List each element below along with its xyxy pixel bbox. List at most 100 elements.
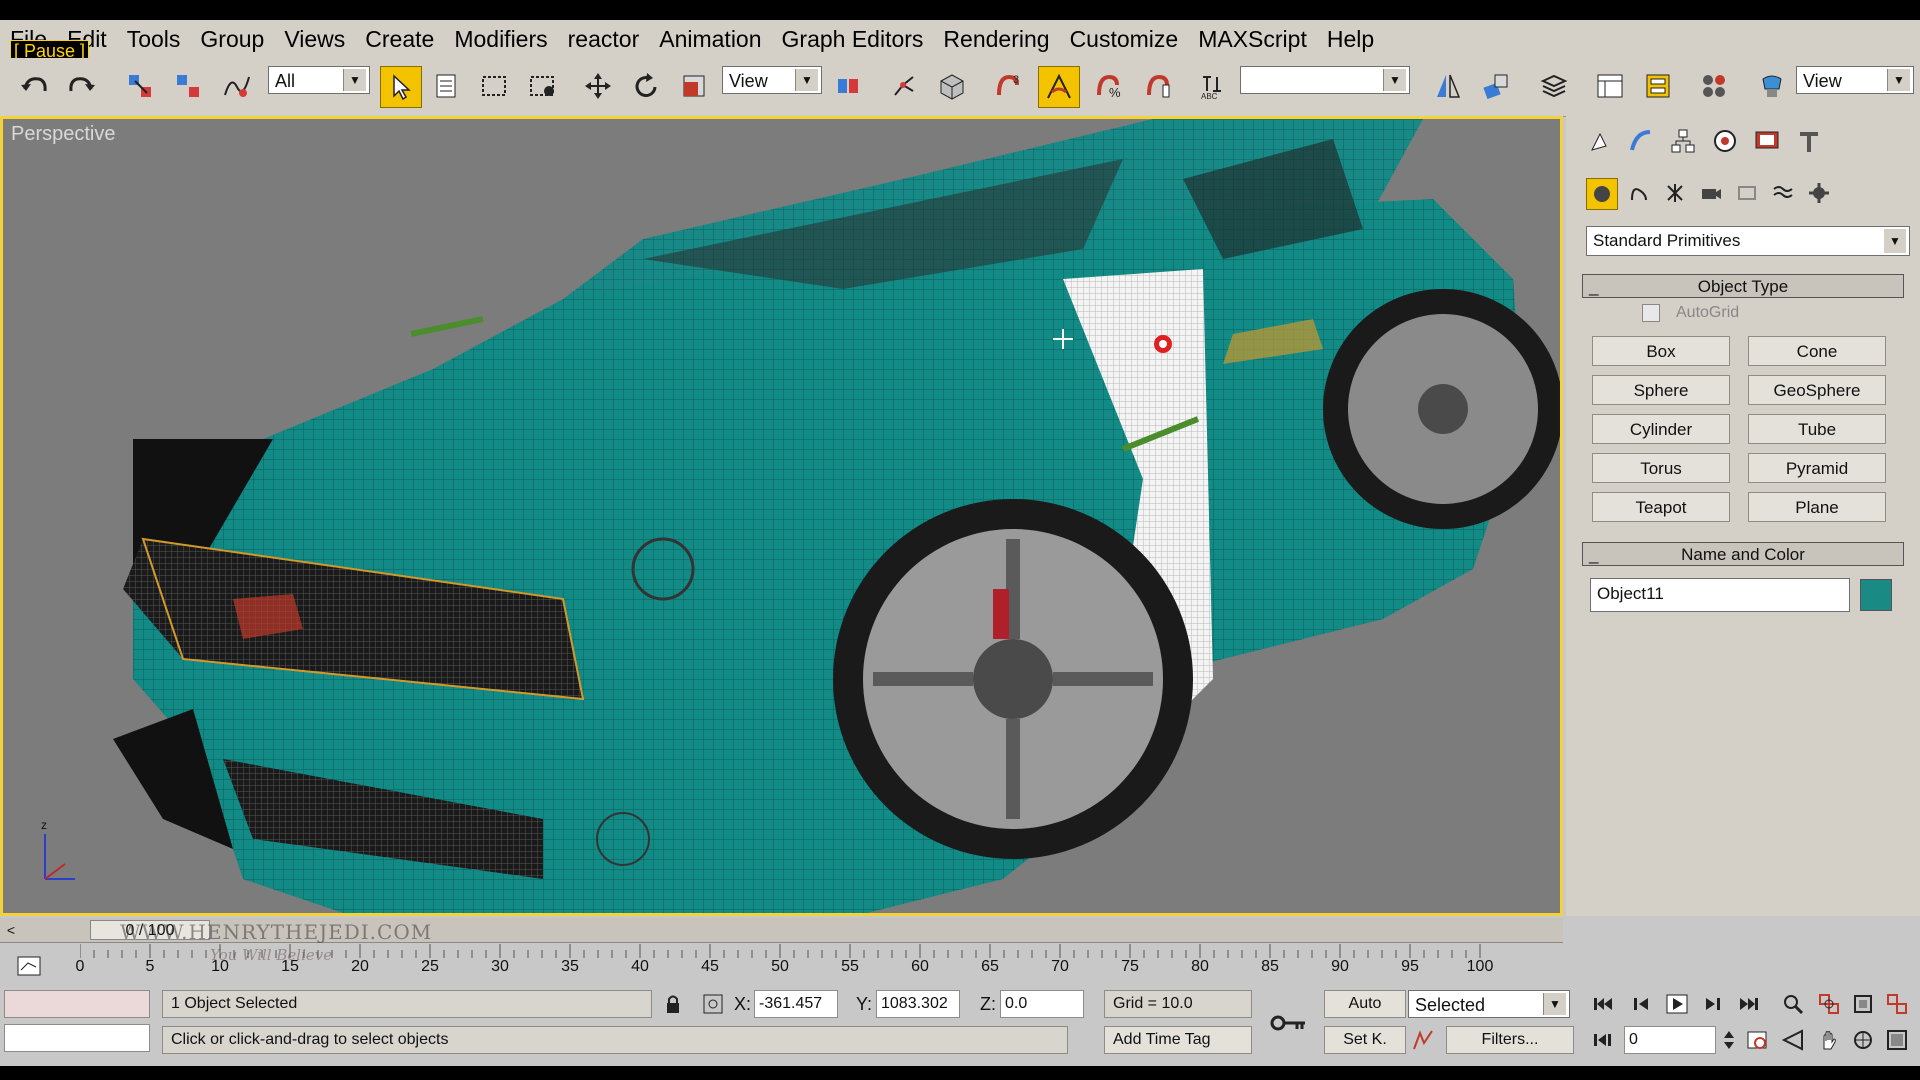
menu-tools[interactable]: Tools <box>117 20 191 58</box>
menu-customize[interactable]: Customize <box>1060 20 1189 58</box>
material-editor-icon[interactable] <box>1694 66 1734 106</box>
select-by-name-icon[interactable] <box>426 66 466 106</box>
cone-button[interactable]: Cone <box>1748 336 1886 366</box>
render-setup-icon[interactable] <box>1752 66 1792 106</box>
space-warps-icon[interactable] <box>1768 178 1798 208</box>
next-frame-icon[interactable] <box>1696 990 1726 1018</box>
menu-group[interactable]: Group <box>190 20 274 58</box>
angle-snap-icon[interactable] <box>1038 66 1080 108</box>
perspective-viewport[interactable]: z Perspective <box>0 116 1563 916</box>
redo-icon[interactable] <box>62 66 102 106</box>
previous-frame-icon[interactable] <box>1628 990 1658 1018</box>
shapes-icon[interactable] <box>1624 178 1654 208</box>
go-to-start-icon[interactable] <box>1588 990 1618 1018</box>
link-icon[interactable] <box>120 66 160 106</box>
zoom-extents-all-icon[interactable] <box>1882 990 1912 1018</box>
snaps-toggle-icon[interactable]: 3 <box>988 66 1028 106</box>
rectangular-selection-icon[interactable] <box>474 66 514 106</box>
bind-space-warp-icon[interactable] <box>216 66 256 106</box>
autogrid-option[interactable]: AutoGrid <box>1642 304 1739 322</box>
object-category-dropdown[interactable]: Standard Primitives ▼ <box>1586 226 1910 256</box>
z-coordinate-field[interactable]: 0.0 <box>1000 990 1084 1018</box>
maxscript-listener-mini[interactable] <box>4 990 150 1018</box>
object-name-field[interactable]: Object11 <box>1590 578 1850 612</box>
car-wireframe-model[interactable]: z <box>3 119 1560 913</box>
key-filter-dropdown[interactable]: Selected ▼ <box>1408 990 1570 1018</box>
mini-curve-editor-icon[interactable] <box>14 952 44 980</box>
zoom-extents-icon[interactable] <box>1848 990 1878 1018</box>
menu-create[interactable]: Create <box>355 20 444 58</box>
chevron-left-icon[interactable]: < <box>0 920 22 940</box>
scale-icon[interactable] <box>674 66 714 106</box>
edit-named-selections-icon[interactable]: ABC <box>1192 66 1232 106</box>
menu-rendering[interactable]: Rendering <box>933 20 1059 58</box>
geometry-icon[interactable] <box>1586 178 1618 210</box>
geosphere-button[interactable]: GeoSphere <box>1748 375 1886 405</box>
key-mode-icon[interactable] <box>1408 1026 1438 1054</box>
key-mode-toggle-icon[interactable] <box>1588 1026 1618 1054</box>
motion-tab-icon[interactable] <box>1708 124 1742 158</box>
percent-snap-icon[interactable]: % <box>1088 66 1128 106</box>
named-selection-dropdown[interactable]: ▼ <box>1240 66 1410 94</box>
menu-help[interactable]: Help <box>1317 20 1384 58</box>
window-crossing-icon[interactable] <box>522 66 562 106</box>
pan-view-icon[interactable] <box>1814 1026 1844 1054</box>
absolute-mode-icon[interactable] <box>698 990 728 1018</box>
sphere-button[interactable]: Sphere <box>1592 375 1730 405</box>
curve-editor-icon[interactable] <box>1590 66 1630 106</box>
display-tab-icon[interactable] <box>1750 124 1784 158</box>
field-of-view-icon[interactable] <box>1778 1026 1808 1054</box>
hierarchy-tab-icon[interactable] <box>1666 124 1700 158</box>
zoom-icon[interactable] <box>1778 990 1808 1018</box>
systems-icon[interactable] <box>1804 178 1834 208</box>
lights-icon[interactable] <box>1660 178 1690 208</box>
helpers-icon[interactable] <box>1732 178 1762 208</box>
undo-icon[interactable] <box>14 66 54 106</box>
auto-key-button[interactable]: Auto <box>1324 990 1406 1018</box>
zoom-all-icon[interactable] <box>1814 990 1844 1018</box>
y-coordinate-field[interactable]: 1083.302 <box>876 990 960 1018</box>
menu-graph-editors[interactable]: Graph Editors <box>772 20 934 58</box>
utilities-tab-icon[interactable] <box>1792 124 1826 158</box>
orbit-icon[interactable] <box>1848 1026 1878 1054</box>
key-filters-button[interactable]: Filters... <box>1446 1026 1574 1054</box>
menu-reactor[interactable]: reactor <box>558 20 650 58</box>
unlink-icon[interactable] <box>168 66 208 106</box>
cylinder-button[interactable]: Cylinder <box>1592 414 1730 444</box>
maxscript-input-mini[interactable] <box>4 1024 150 1052</box>
align-icon[interactable] <box>1476 66 1516 106</box>
name-and-color-rollout[interactable]: _ Name and Color <box>1582 542 1904 566</box>
menu-animation[interactable]: Animation <box>649 20 771 58</box>
maximize-viewport-icon[interactable] <box>1882 1026 1912 1054</box>
select-object-icon[interactable] <box>380 66 422 108</box>
box-button[interactable]: Box <box>1592 336 1730 366</box>
selection-filter-dropdown[interactable]: All ▼ <box>268 66 370 94</box>
add-time-tag-button[interactable]: Add Time Tag <box>1104 1026 1252 1054</box>
x-coordinate-field[interactable]: -361.457 <box>754 990 838 1018</box>
keyboard-shortcut-icon[interactable] <box>932 66 972 106</box>
move-icon[interactable] <box>578 66 618 106</box>
set-key-icon[interactable] <box>1264 1006 1314 1040</box>
go-to-end-icon[interactable] <box>1734 990 1764 1018</box>
set-key-button[interactable]: Set K. <box>1324 1026 1406 1054</box>
object-color-swatch[interactable] <box>1860 579 1892 611</box>
menu-modifiers[interactable]: Modifiers <box>444 20 557 58</box>
viewport-label[interactable]: Perspective <box>11 123 116 146</box>
spinner-snap-icon[interactable] <box>1138 66 1178 106</box>
autogrid-checkbox[interactable] <box>1642 304 1660 322</box>
current-frame-field[interactable]: 0 <box>1624 1026 1716 1054</box>
modify-tab-icon[interactable] <box>1624 124 1658 158</box>
pivot-center-icon[interactable] <box>828 66 868 106</box>
render-view-dropdown[interactable]: View ▼ <box>1796 66 1914 94</box>
pyramid-button[interactable]: Pyramid <box>1748 453 1886 483</box>
create-tab-icon[interactable] <box>1582 124 1616 158</box>
rotate-icon[interactable] <box>626 66 666 106</box>
layer-manager-icon[interactable] <box>1534 66 1574 106</box>
menu-maxscript[interactable]: MAXScript <box>1188 20 1317 58</box>
teapot-button[interactable]: Teapot <box>1592 492 1730 522</box>
lock-icon[interactable] <box>658 990 688 1018</box>
mirror-icon[interactable] <box>1428 66 1468 106</box>
cameras-icon[interactable] <box>1696 178 1726 208</box>
frame-spinner-icon[interactable] <box>1720 1026 1738 1054</box>
time-configuration-icon[interactable] <box>1742 1026 1772 1054</box>
